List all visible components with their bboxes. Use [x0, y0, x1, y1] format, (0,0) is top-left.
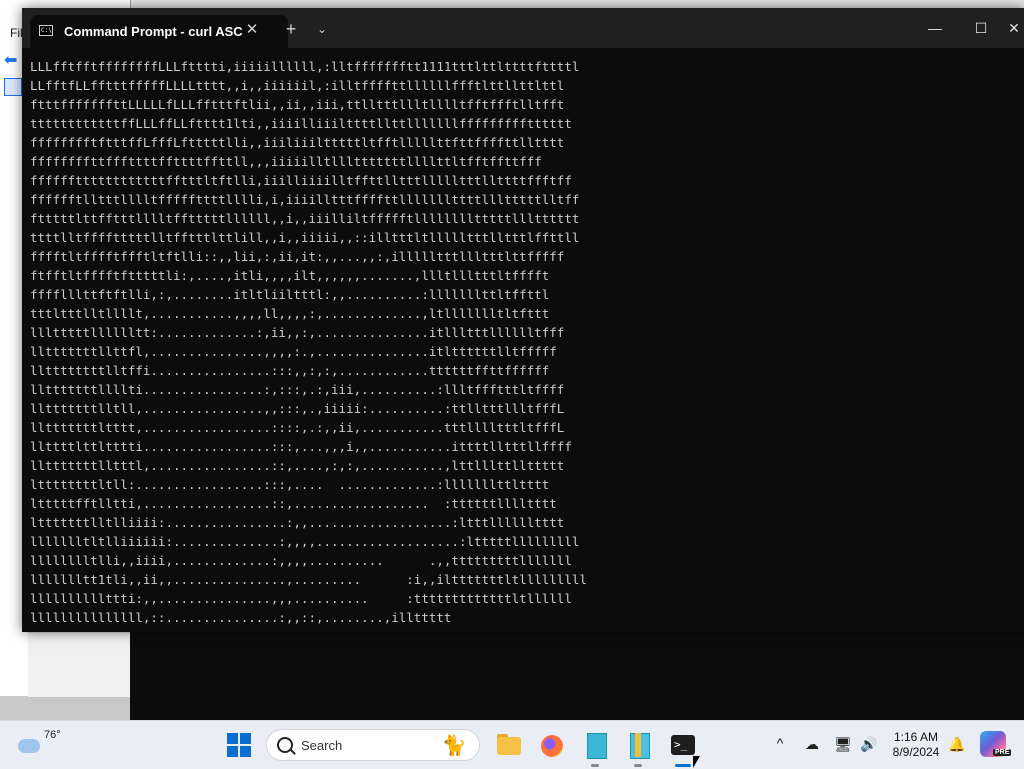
app-taskbar-icon-2[interactable]	[622, 729, 654, 767]
onedrive-icon[interactable]: ☁	[803, 735, 821, 753]
notification-bell-icon[interactable]: 🔔	[948, 735, 966, 753]
view-grid-icon[interactable]	[4, 78, 22, 96]
terminal-output[interactable]: LLLfftfftffffffffLLLftttti,iiiiillllll,:…	[30, 57, 587, 627]
taskbar-search-box[interactable]: Search 🐈	[266, 729, 480, 761]
chevron-down-icon[interactable]: ⌄	[312, 19, 332, 39]
terminal-window[interactable]: C:\ Command Prompt - curl ASC ✕ + ⌄ — ☐ …	[22, 8, 1024, 632]
running-indicator	[634, 764, 642, 767]
file-explorer-taskbar-icon[interactable]	[492, 729, 524, 761]
search-highlight-icon: 🐈	[441, 735, 467, 757]
folder-icon	[497, 737, 521, 755]
app-taskbar-icon-1[interactable]	[579, 729, 611, 767]
temperature: 76°	[44, 729, 61, 741]
explorer-pane	[28, 632, 130, 697]
windows-logo-pane	[240, 733, 251, 744]
windows-logo-pane	[227, 733, 238, 744]
tab-command-prompt[interactable]: C:\ Command Prompt - curl ASC ✕	[30, 15, 288, 48]
windows-logo-pane	[240, 746, 251, 757]
firefox-taskbar-icon[interactable]	[535, 729, 567, 761]
minimize-button[interactable]: —	[912, 14, 958, 42]
clock-date: 8/9/2024	[892, 745, 940, 759]
running-indicator	[591, 764, 599, 767]
app-icon	[587, 733, 607, 759]
close-tab-icon[interactable]: ✕	[242, 20, 262, 40]
mouse-cursor	[693, 756, 700, 768]
copilot-preview-badge: PRE	[993, 749, 1012, 756]
clock-time: 1:16 AM	[893, 730, 939, 744]
close-window-button[interactable]: ✕	[1004, 14, 1024, 42]
firefox-icon	[541, 735, 563, 757]
terminal-icon: >_	[671, 735, 695, 755]
background-window-strip	[0, 0, 1024, 8]
search-label: Search	[301, 738, 343, 753]
cloud-icon	[18, 739, 40, 753]
new-tab-icon[interactable]: +	[280, 18, 302, 40]
volume-icon[interactable]: 🔊	[860, 735, 878, 753]
show-hidden-icons-chevron-icon[interactable]: ^	[772, 735, 788, 751]
windows-logo-pane	[227, 746, 238, 757]
taskbar: 76° Search 🐈 >_ ^ ☁ 🖥 🔊 1:16 AM 8/9/2024…	[0, 720, 1024, 769]
app-icon-strip	[635, 733, 641, 757]
terminal-titlebar[interactable]: C:\ Command Prompt - curl ASC ✕ + ⌄ — ☐ …	[22, 8, 1024, 48]
start-button[interactable]	[227, 733, 251, 757]
background-terminal-area	[130, 632, 1024, 720]
search-icon	[277, 737, 293, 753]
back-arrow-icon[interactable]: ⬅	[4, 50, 22, 69]
file-menu[interactable]: Fil	[10, 26, 23, 40]
active-indicator	[675, 764, 691, 767]
weather-widget[interactable]: 76°	[14, 727, 74, 763]
clock[interactable]: 1:16 AM 8/9/2024	[888, 730, 944, 760]
tab-title: Command Prompt - curl ASC	[64, 24, 243, 39]
network-icon[interactable]: 🖥	[834, 735, 852, 753]
maximize-button[interactable]: ☐	[958, 14, 1004, 42]
cmd-icon: C:\	[39, 25, 53, 36]
